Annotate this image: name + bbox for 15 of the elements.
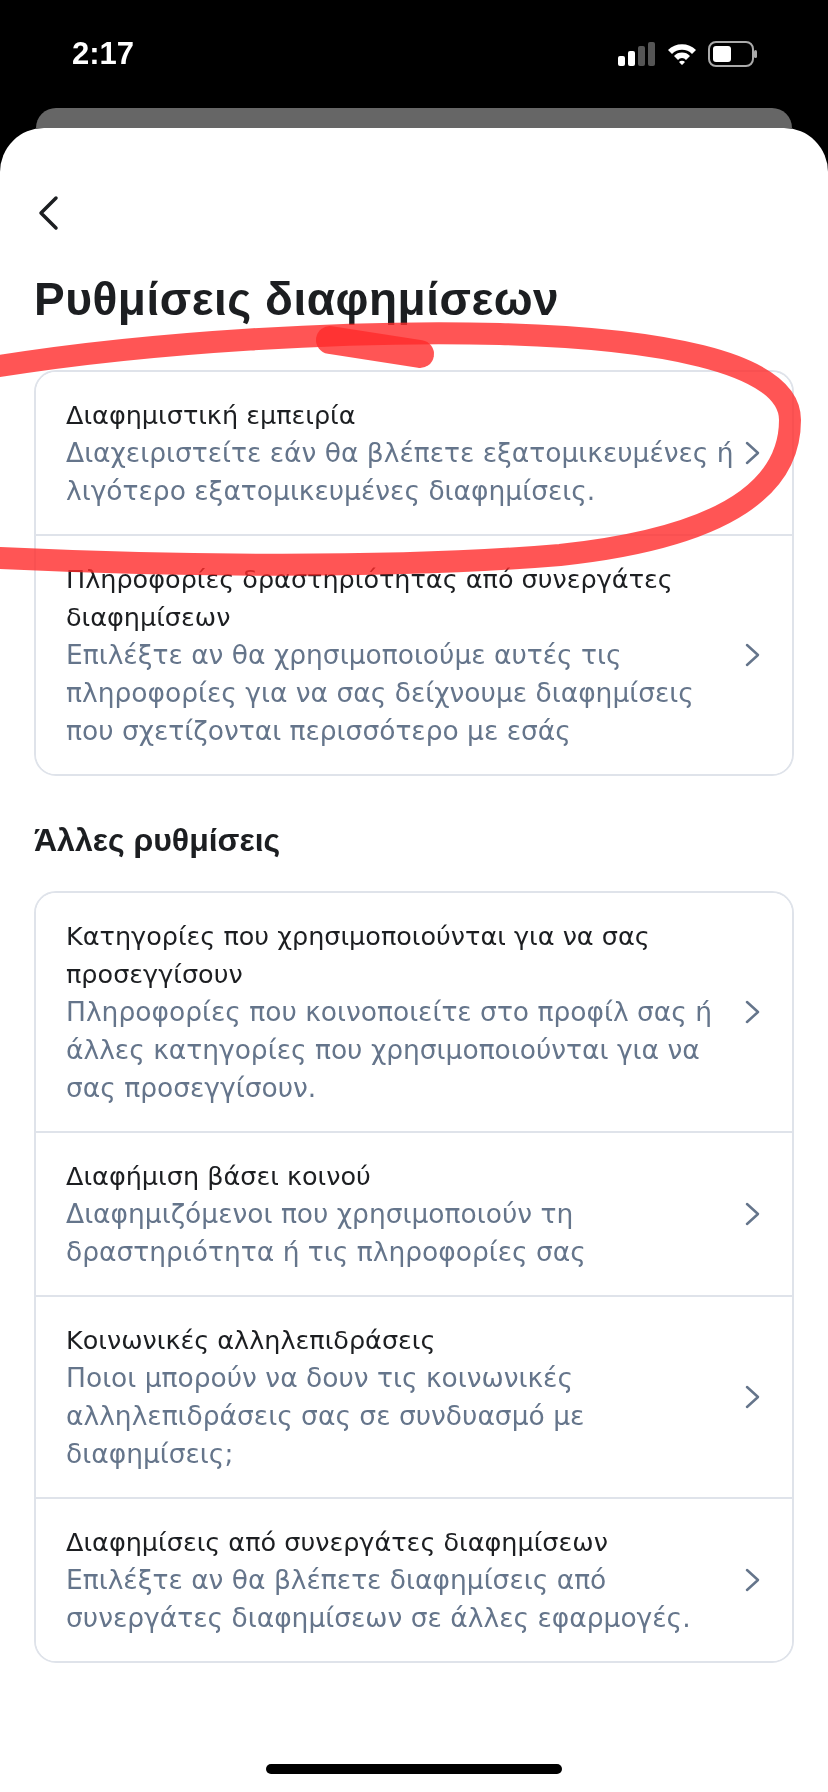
row-description: Πληροφορίες που κοινοποιείτε στο προφίλ σας ή άλλες κατηγορίες που χρησιμοποιούνται για να σας προσεγγίσουν. <box>66 995 714 1105</box>
row-description: Ποιοι μπορούν να δουν τις κοινωνικές αλληλεπιδράσεις σας σε συνδυασμό με διαφημίσεις; <box>66 1361 586 1471</box>
row-title: Κατηγορίες που χρησιμοποιούνται για να σας προσεγγίσουν <box>66 920 651 991</box>
settings-row[interactable]: Διαφημίσεις από συνεργάτες διαφημίσεων Επιλέξτε αν θα βλέπετε διαφημίσεις από συνεργάτες διαφημίσεων σε άλλες εφαρμογές. <box>36 1497 792 1661</box>
row-description: Διαχειριστείτε εάν θα βλέπετε εξατομικευμένες ή λιγότερο εξατομικευμένες διαφημίσεις. <box>66 436 734 508</box>
section-heading: Άλλες ρυθμίσεις <box>34 822 282 859</box>
page-title: Ρυθμίσεις διαφημίσεων <box>34 272 561 326</box>
status-time: 2:17 <box>72 36 135 72</box>
row-title: Διαφημίσεις από συνεργάτες διαφημίσεων <box>66 1526 609 1559</box>
row-title: Διαφήμιση βάσει κοινού <box>66 1160 372 1193</box>
row-description: Επιλέξτε αν θα χρησιμοποιούμε αυτές τις πληροφορίες για να σας δείχνουμε διαφημίσεις που σχετίζονται περισσότερο με εσάς <box>66 638 695 748</box>
row-title: Διαφημιστική εμπειρία <box>66 399 357 432</box>
row-title: Κοινωνικές αλληλεπιδράσεις <box>66 1324 437 1357</box>
row-description: Διαφημιζόμενοι που χρησιμοποιούν τη δραστηριότητα ή τις πληροφορίες σας <box>66 1197 587 1269</box>
row-description: Επιλέξτε αν θα βλέπετε διαφημίσεις από συνεργάτες διαφημίσεων σε άλλες εφαρμογές. <box>66 1563 692 1635</box>
